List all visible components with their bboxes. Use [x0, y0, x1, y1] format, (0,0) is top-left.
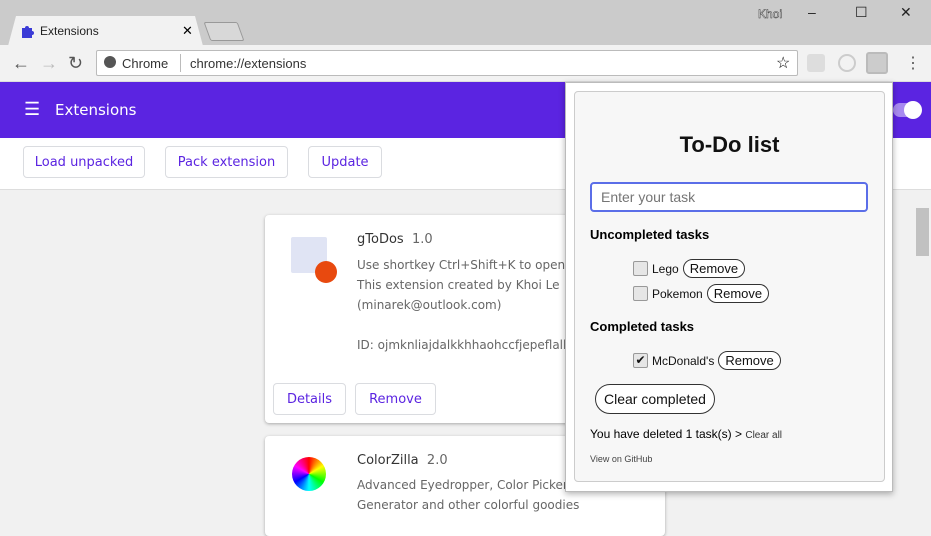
task-label: Pokemon	[652, 286, 703, 301]
badge-icon	[315, 261, 337, 283]
load-unpacked-button[interactable]: Load unpacked	[23, 146, 145, 178]
extension-icon[interactable]	[807, 54, 825, 72]
task-checkbox[interactable]	[633, 286, 648, 301]
clear-completed-button[interactable]: Clear completed	[595, 384, 715, 414]
github-link[interactable]: View on GitHub	[590, 454, 652, 464]
tab-title: Extensions	[40, 24, 99, 38]
forward-icon[interactable]: →	[40, 53, 58, 74]
scrollbar[interactable]	[914, 190, 931, 525]
puzzle-icon	[22, 26, 34, 38]
menu-icon[interactable]: ⋮	[905, 53, 921, 73]
profile-name[interactable]: Khoi	[758, 7, 783, 22]
extension-version: 2.0	[426, 453, 448, 468]
extension-name: gToDos	[357, 232, 404, 247]
reload-icon[interactable]: ↻	[68, 53, 83, 74]
description-line: Advanced Eyedropper, Color Picker, G	[357, 478, 585, 492]
star-icon[interactable]: ☆	[776, 53, 790, 73]
tab-extensions[interactable]	[8, 16, 203, 46]
task-label: Lego	[652, 261, 679, 276]
remove-button[interactable]: Remove	[355, 383, 436, 415]
pack-extension-button[interactable]: Pack extension	[165, 146, 288, 178]
description-line: (minarek@outlook.com)	[357, 298, 502, 312]
back-icon[interactable]: ←	[12, 53, 30, 74]
maximize-button[interactable]: ☐	[855, 4, 868, 21]
minimize-button[interactable]: –	[808, 4, 816, 20]
details-button[interactable]: Details	[273, 383, 346, 415]
task-input[interactable]	[590, 182, 868, 212]
deleted-count-text: You have deleted 1 task(s) >	[590, 427, 742, 441]
remove-task-button[interactable]: Remove	[706, 284, 770, 303]
extension-name: ColorZilla	[357, 453, 419, 468]
divider	[180, 54, 181, 72]
completed-heading: Completed tasks	[590, 319, 695, 334]
uncompleted-heading: Uncompleted tasks	[590, 227, 710, 242]
popup-title: To-Do list	[679, 132, 780, 157]
description-line: Use shortkey Ctrl+Shift+K to open it	[357, 258, 577, 272]
scrollbar-thumb[interactable]	[916, 208, 929, 256]
colorzilla-icon	[292, 457, 326, 491]
chrome-icon	[104, 56, 116, 68]
hamburger-icon[interactable]: ☰	[24, 100, 40, 118]
clear-all-link[interactable]: Clear all	[745, 430, 782, 441]
task-label: McDonald's	[652, 353, 715, 368]
task-checkbox[interactable]	[633, 261, 648, 276]
update-button[interactable]: Update	[308, 146, 382, 178]
extension-version: 1.0	[411, 232, 433, 247]
omnibox-url[interactable]: chrome://extensions	[190, 56, 306, 71]
toggle-knob	[904, 101, 922, 119]
task-item: Lego Remove	[633, 259, 746, 278]
todo-popup: To-Do list Uncompleted tasks LegoRemove …	[565, 82, 893, 492]
close-window-button[interactable]: ✕	[900, 4, 912, 21]
page-title: Extensions	[55, 101, 137, 119]
description-line: Generator and other colorful goodies	[357, 498, 580, 512]
extension-id: ID: ojmknliajdalkkhhaohccfjepeflallm	[357, 338, 579, 352]
description-line: This extension created by Khoi Le	[357, 278, 560, 292]
task-item: Pokemon Remove	[633, 284, 770, 303]
gtodos-extension-icon[interactable]	[866, 52, 888, 74]
task-checkbox-checked[interactable]: ✔	[633, 353, 648, 368]
task-item: ✔ McDonald's Remove	[633, 351, 781, 370]
omnibox-site: Chrome	[122, 56, 169, 71]
new-tab-button[interactable]	[203, 22, 245, 41]
extension-icon[interactable]	[838, 54, 856, 72]
remove-task-button[interactable]: Remove	[682, 259, 746, 278]
tab-close-icon[interactable]: ✕	[182, 23, 193, 39]
remove-task-button[interactable]: Remove	[718, 351, 781, 370]
